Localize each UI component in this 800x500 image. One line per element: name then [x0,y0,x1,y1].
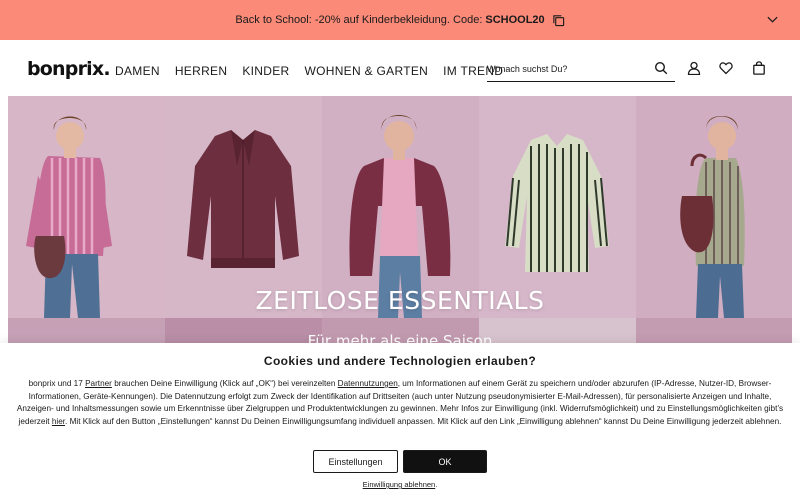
partner-link[interactable]: Partner [85,379,112,388]
site-header: bonprix. DAMEN HERREN KINDER WOHNEN & GA… [0,40,800,96]
cookie-text: bonprix und 17 Partner brauchen Deine Ei… [14,378,786,428]
promo-code: SCHOOL20 [485,14,545,26]
decline-link[interactable]: Einwilligung ablehnen [363,480,436,489]
cookie-consent-banner: Cookies und andere Technologien erlauben… [0,343,800,500]
account-icon[interactable] [687,61,701,75]
search-bar [487,59,675,82]
nav-item-damen[interactable]: DAMEN [115,64,160,78]
hero-title: ZEITLOSE ESSENTIALS [255,286,545,315]
chevron-down-icon[interactable] [766,13,779,26]
cookie-title: Cookies und andere Technologien erlauben… [263,354,537,368]
decline-suffix: . [435,480,438,489]
logo[interactable]: bonprix. [27,58,111,80]
copy-icon[interactable] [552,14,565,27]
search-input[interactable] [487,59,647,79]
cookie-text-part-4: . Mit Klick auf den Button „Einstellunge… [65,416,782,426]
shopping-bag-icon[interactable] [752,61,766,75]
here-link[interactable]: hier [52,417,65,426]
promo-bar[interactable]: Back to School: -20% auf Kinderbekleidun… [0,0,800,40]
cookie-text-part-1: bonprix und 17 [28,379,86,388]
hero-image-model-striped-shirt [8,96,165,318]
hero-image-striped-blouse [479,96,636,318]
nav-item-wohnen-garten[interactable]: WOHNEN & GARTEN [304,64,428,78]
hero-image-leather-jacket [165,96,322,318]
promo-text: Back to School: -20% auf Kinderbekleidun… [235,14,483,26]
hero-image-model-with-bag [636,96,792,318]
decline-row: Einwilligung ablehnen. [0,480,800,489]
settings-button[interactable]: Einstellungen [313,450,398,473]
nav-item-kinder[interactable]: KINDER [242,64,289,78]
hero-banner[interactable]: ZEITLOSE ESSENTIALS Für mehr als eine Sa… [8,96,792,351]
wishlist-heart-icon[interactable] [719,61,733,75]
nav-item-herren[interactable]: HERREN [175,64,227,78]
cookie-text-part-2: brauchen Deine Einwilligung (Klick auf „… [111,379,338,388]
hero-image-model-burgundy-jacket [322,96,479,318]
search-icon[interactable] [654,61,668,75]
main-nav: DAMEN HERREN KINDER WOHNEN & GARTEN IM T… [115,64,518,78]
data-usage-link[interactable]: Datennutzungen [338,379,398,388]
ok-button[interactable]: OK [403,450,487,473]
